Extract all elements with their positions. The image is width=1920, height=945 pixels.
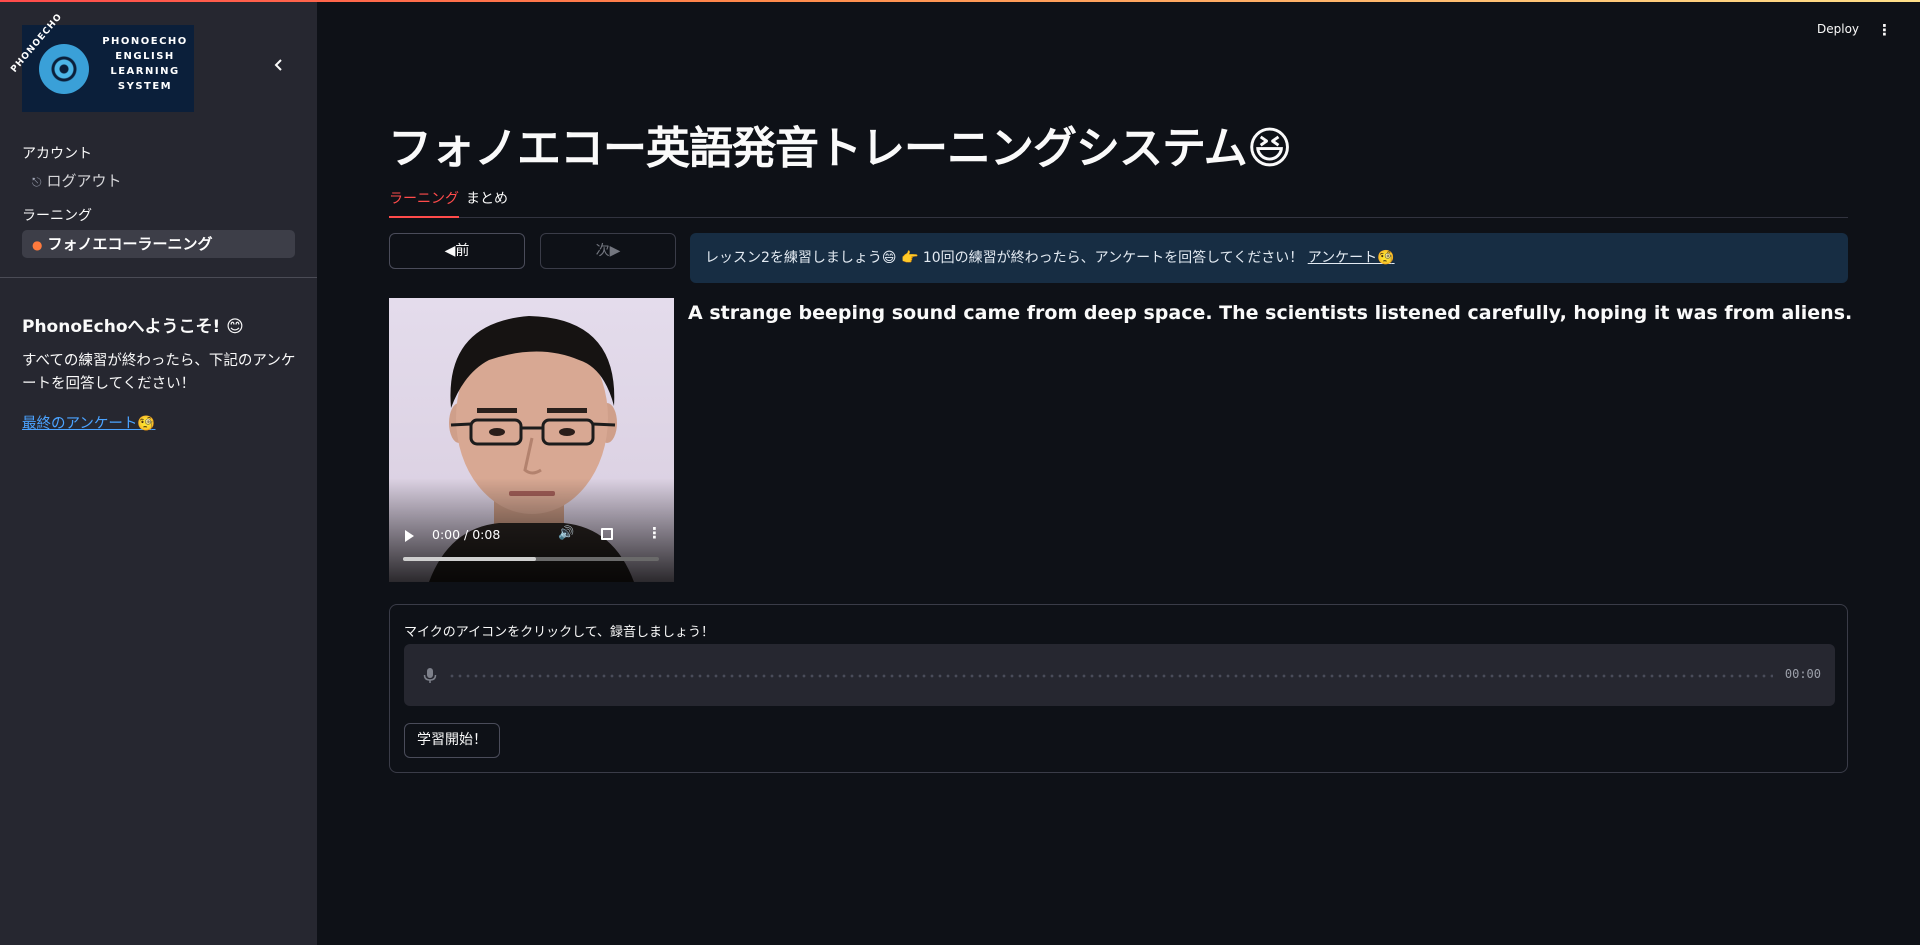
sidebar-item-label: フォノエコーラーニング <box>47 235 213 253</box>
video-player[interactable]: 0:00 / 0:08 🔊 ⋮ <box>389 298 674 582</box>
deploy-button[interactable]: Deploy <box>1817 22 1859 36</box>
microphone-icon[interactable] <box>421 666 439 684</box>
info-alert: レッスン2を練習しましょう😄 👉 10回の練習が終わったら、アンケートを回答して… <box>690 233 1848 283</box>
top-accent-bar <box>0 0 1920 2</box>
sidebar-item-phonoecho-learning[interactable]: ● フォノエコーラーニング <box>22 230 295 258</box>
recording-time: 00:00 <box>1784 667 1821 681</box>
sidebar-divider <box>0 277 317 278</box>
recorder-label: マイクのアイコンをクリックして、録音しましょう！ <box>404 625 715 640</box>
survey-link[interactable]: アンケート🧐 <box>1308 250 1395 266</box>
final-survey-link[interactable]: 最終のアンケート🧐 <box>22 412 155 433</box>
start-learning-button[interactable]: 学習開始！ <box>404 723 500 758</box>
volume-icon[interactable]: 🔊 <box>558 526 574 541</box>
video-time: 0:00 / 0:08 <box>432 527 501 542</box>
video-progress-track[interactable] <box>403 557 659 561</box>
collapse-sidebar-button[interactable] <box>270 58 288 76</box>
play-icon[interactable] <box>405 530 414 542</box>
audio-recorder: 00:00 <box>404 644 1835 706</box>
recorder-panel: マイクのアイコンをクリックして、録音しましょう！ 00:00 学習開始！ <box>389 604 1848 773</box>
sidebar: PHONOECHO PHONOECHO ENGLISH LEARNING SYS… <box>0 0 317 945</box>
video-controls: 0:00 / 0:08 🔊 ⋮ <box>389 522 674 582</box>
practice-sentence: A strange beeping sound came from deep s… <box>688 302 1853 324</box>
logout-icon: ⎋ <box>32 175 42 189</box>
fullscreen-icon[interactable] <box>601 528 613 540</box>
info-text: レッスン2を練習しましょう😄 👉 10回の練習が終わったら、アンケートを回答して… <box>705 250 1304 266</box>
page-title: フォノエコー英語発音トレーニングシステム😆 <box>388 123 1293 174</box>
sidebar-instructions: すべての練習が終わったら、下記のアンケートを回答してください！ <box>22 353 296 392</box>
video-more-icon[interactable]: ⋮ <box>647 524 662 542</box>
fire-icon: ● <box>32 238 43 252</box>
waveform-placeholder <box>448 674 1773 678</box>
nav-section-account: アカウント <box>22 146 92 162</box>
sidebar-item-label: ログアウト <box>46 172 122 190</box>
video-progress-fill <box>403 557 537 561</box>
app-logo: PHONOECHO PHONOECHO ENGLISH LEARNING SYS… <box>9 12 194 112</box>
tab-bar: ラーニング まとめ <box>389 188 1848 218</box>
logo-text: PHONOECHO ENGLISH LEARNING SYSTEM <box>102 36 188 92</box>
tab-learning[interactable]: ラーニング <box>389 188 459 218</box>
kebab-menu-icon[interactable]: ⋮ <box>1877 21 1892 39</box>
prev-button[interactable]: ◀前 <box>389 233 525 269</box>
next-button[interactable]: 次▶ <box>540 233 676 269</box>
nav-section-learning: ラーニング <box>22 208 92 224</box>
chevron-left-icon <box>274 59 282 71</box>
sidebar-welcome-heading: PhonoEchoへようこそ! 😊 <box>22 317 244 337</box>
vinyl-record-icon <box>39 44 89 94</box>
sidebar-item-logout[interactable]: ⎋ ログアウト <box>22 167 295 195</box>
tab-summary[interactable]: まとめ <box>466 188 508 218</box>
